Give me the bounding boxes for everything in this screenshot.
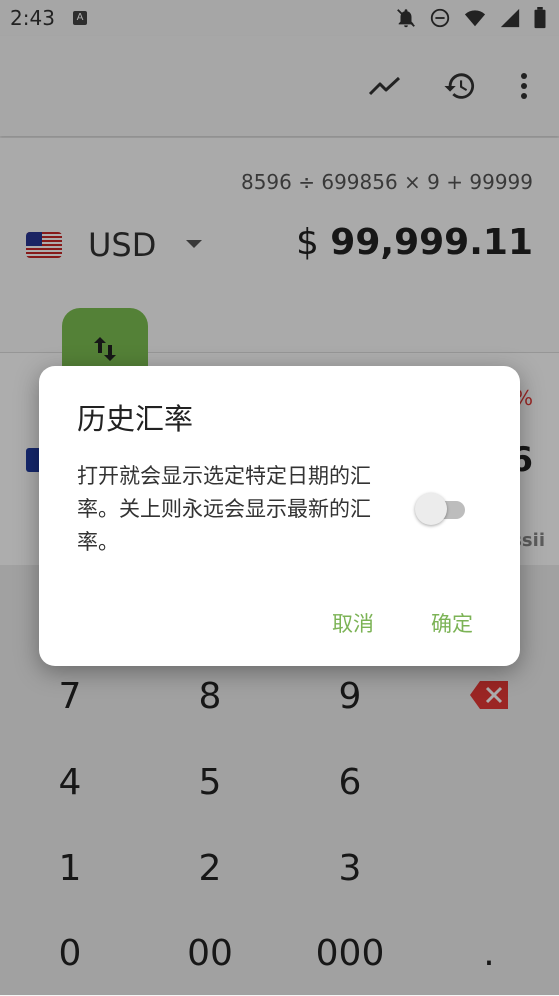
dialog-title: 历史汇率 (77, 402, 194, 436)
switch-thumb (415, 493, 447, 525)
historical-rates-dialog: 历史汇率 打开就会显示选定特定日期的汇率。关上则永远会显示最新的汇率。 取消 确… (39, 366, 520, 666)
historical-rates-switch[interactable] (415, 493, 467, 527)
cancel-button[interactable]: 取消 (326, 604, 380, 642)
dialog-message: 打开就会显示选定特定日期的汇率。关上则永远会显示最新的汇率。 (77, 464, 371, 554)
ok-button[interactable]: 确定 (425, 604, 479, 642)
